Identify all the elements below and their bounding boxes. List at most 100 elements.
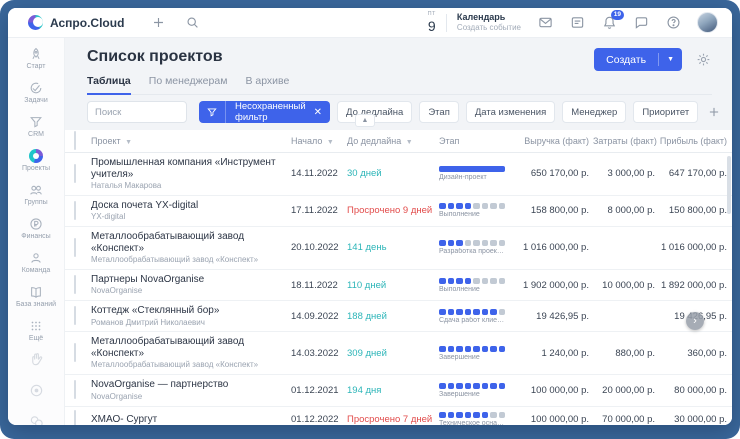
deadline-status: Просрочено 7 дней [347,414,439,425]
weekday-label: ПТ [428,12,436,18]
table-row[interactable]: Доска почета YX-digitalYX-digital17.11.2… [65,196,732,227]
project-subtitle: Наталья Макарова [91,182,291,191]
tab-по менеджерам[interactable]: По менеджерам [149,75,228,94]
project-title[interactable]: Металлообрабатывающий завод «Конспект» [91,231,291,254]
column-header: Выручка (факт) [519,136,593,146]
sort-chevron-icon: ▼ [125,139,132,146]
column-header[interactable]: Проект ▼ [91,136,291,146]
search-icon[interactable] [184,15,200,31]
sidebar-item-crm[interactable]: CRM [16,114,56,139]
notes-icon[interactable] [569,15,585,31]
sidebar-item-ещё[interactable]: Ещё [16,318,56,343]
help-icon[interactable] [665,15,681,31]
row-checkbox[interactable] [74,201,76,220]
row-checkbox[interactable] [74,343,76,362]
sidebar-item-база знаний[interactable]: База знаний [16,284,56,309]
table-row[interactable]: Металлообрабатывающий завод «Конспект» Ме… [65,227,732,270]
project-title[interactable]: Металлообрабатывающий завод «Конспект» [91,336,291,359]
filter-button[interactable]: Дата изменения [466,101,555,123]
calendar-title: Календарь [457,12,521,23]
add-filter-icon[interactable] [705,103,723,121]
project-title[interactable]: ХМАО- Сургут [91,414,291,425]
app-module-icon-2[interactable] [29,414,44,425]
stage-progress-bar [439,278,505,284]
sort-direction-pill[interactable]: ▲ [355,114,375,127]
table-row[interactable]: Промышленная компания «Инструмент учител… [65,153,732,196]
row-checkbox[interactable] [74,275,76,294]
project-title[interactable]: Партнеры NovaOrganise [91,274,291,286]
sidebar-item-label: Ещё [29,335,43,343]
sidebar-item-проекты[interactable]: Проекты [16,148,56,173]
calendar-date-widget[interactable]: ПТ 9 [428,12,436,33]
costs-fact: 3 000,00 р. [593,168,659,179]
sort-chevron-icon: ▼ [406,139,413,146]
filter-button[interactable]: Менеджер [562,101,626,123]
revenue-fact: 100 000,00 р. [519,414,593,425]
table-row[interactable]: Металлообрабатывающий завод «Конспект» Ме… [65,332,732,375]
column-header[interactable]: Начало ▼ [291,136,347,146]
start-date: 20.10.2022 [291,242,347,253]
create-button[interactable]: Создать ▼ [594,48,682,71]
sidebar-item-финансы[interactable]: Финансы [16,216,56,241]
row-checkbox[interactable] [74,306,76,325]
search-input[interactable] [87,101,187,123]
filter-button[interactable]: Этап [419,101,459,123]
revenue-fact: 1 902 000,00 р. [519,280,593,291]
row-checkbox[interactable] [74,380,76,399]
notifications-bell-icon[interactable]: 19 [601,15,617,31]
remove-filter-icon[interactable]: ✕ [311,107,330,118]
mail-icon[interactable] [537,15,553,31]
chevron-down-icon[interactable]: ▼ [659,56,682,63]
table-row[interactable]: ХМАО- Сургут01.12.2022Просрочено 7 днейТ… [65,407,732,425]
project-title[interactable]: Коттедж «Стеклянный бор» [91,305,291,317]
select-all-checkbox[interactable] [74,131,76,150]
calendar-shortcut[interactable]: Календарь Создать событие [457,12,521,33]
costs-fact: 8 000,00 р. [593,205,659,216]
brand[interactable]: Аспро.Cloud [28,15,124,30]
chat-icon[interactable] [633,15,649,31]
app-module-icon-1[interactable] [29,383,44,398]
profit-fact: 80 000,00 р. [659,385,731,396]
table-row[interactable]: Коттедж «Стеклянный бор»Романов Дмитрий … [65,301,732,332]
sidebar-item-старт[interactable]: Старт [16,46,56,71]
table-row[interactable]: NovaOrganise — партнерствоNovaOrganise01… [65,375,732,406]
filter-button[interactable]: Приоритет [633,101,698,123]
active-filter-chip[interactable]: Несохраненный фильтр ✕ [199,101,330,123]
sidebar-items: Старт Задачи CRM Проекты Группы Финансы Команд… [16,46,56,352]
column-header: Затраты (факт) [593,136,659,146]
stage-progress-bar [439,346,505,352]
day-number: 9 [428,19,436,33]
active-filter-label: Несохраненный фильтр [226,101,311,123]
table-row[interactable]: Партнеры NovaOrganiseNovaOrganise18.11.2… [65,270,732,301]
column-header[interactable]: До дедлайна ▼ [347,136,439,146]
user-avatar[interactable] [697,12,718,33]
brand-name: Аспро.Cloud [50,16,124,30]
desktop-background: Аспро.Cloud ПТ 9 Календарь Создать событ… [0,0,740,439]
tab-таблица[interactable]: Таблица [87,75,131,95]
deadline-status: 188 дней [347,311,439,322]
vertical-scrollbar[interactable] [727,156,731,214]
profit-fact: 360,00 р. [659,348,731,359]
project-subtitle: Металлообрабатывающий завод «Конспект» [91,361,291,370]
sidebar-item-задачи[interactable]: Задачи [16,80,56,105]
row-checkbox[interactable] [74,238,76,257]
quick-add-icon[interactable] [150,15,166,31]
project-title[interactable]: Доска почета YX-digital [91,200,291,212]
save-filter-bookmark-icon[interactable] [730,103,732,121]
filter-funnel-icon [199,101,226,123]
sidebar-item-команда[interactable]: Команда [16,250,56,275]
page-settings-gear-icon[interactable] [694,51,712,69]
project-subtitle: Металлообрабатывающий завод «Конспект» [91,256,291,265]
project-title[interactable]: Промышленная компания «Инструмент учител… [91,157,291,180]
tab-в архиве[interactable]: В архиве [245,75,289,94]
sidebar-item-группы[interactable]: Группы [16,182,56,207]
row-checkbox[interactable] [74,164,76,183]
projects-donut-icon [29,148,44,163]
hand-gesture-icon[interactable] [29,352,44,367]
scroll-columns-right-button[interactable]: › [686,312,704,330]
filter-buttons: До дедлайнаЭтапДата измененияМенеджерПри… [337,101,698,123]
row-checkbox[interactable] [74,410,76,425]
deadline-status: 194 дня [347,385,439,396]
project-title[interactable]: NovaOrganise — партнерство [91,379,291,391]
revenue-fact: 1 240,00 р. [519,348,593,359]
